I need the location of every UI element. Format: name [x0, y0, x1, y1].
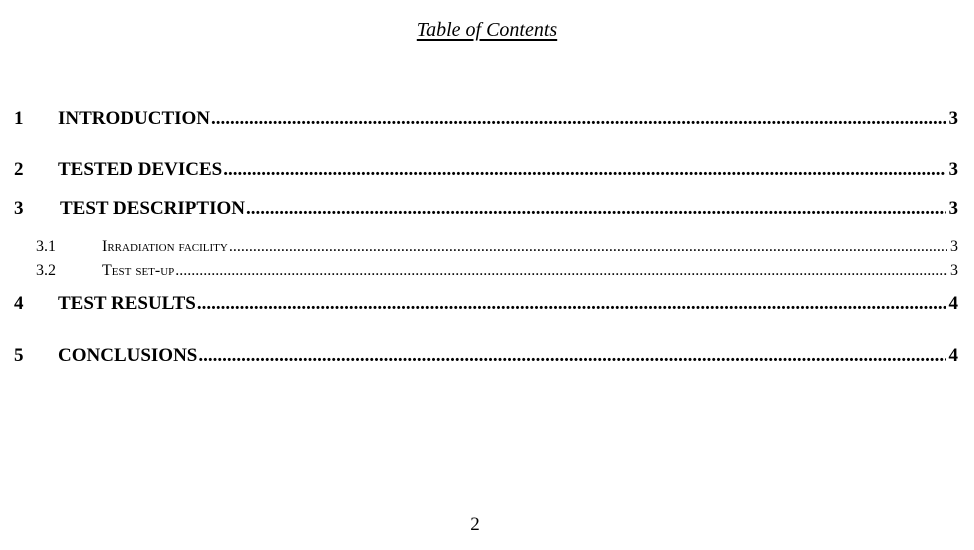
toc-entry-label: CONCLUSIONS: [58, 345, 198, 366]
toc-entry-label: TEST DESCRIPTION: [60, 198, 245, 219]
toc-entry-label: TEST RESULTS: [58, 293, 196, 314]
toc-entry-label: TESTED DEVICES: [58, 159, 223, 180]
toc-entry-page: 3: [948, 108, 959, 129]
toc-entry-page: 3: [950, 238, 958, 255]
toc-dot-leader: [229, 238, 947, 256]
toc-entry-number: 5: [14, 345, 24, 366]
toc-entry-number: 3.1: [36, 238, 56, 255]
toc-dot-leader: [211, 108, 945, 130]
toc-entry-test-description[interactable]: 3 TEST DESCRIPTION 3: [14, 198, 958, 220]
toc-dot-leader: [198, 345, 945, 367]
toc-entry-page: 4: [948, 345, 959, 366]
toc-dot-leader: [175, 262, 947, 280]
toc-title: Table of Contents: [416, 19, 558, 41]
toc-dot-leader: [197, 293, 946, 315]
toc-entry-tested-devices[interactable]: 2 TESTED DEVICES 3: [14, 159, 958, 181]
page-number: 2: [470, 514, 480, 535]
toc-entry-number: 1: [14, 108, 24, 129]
toc-entry-number: 4: [14, 293, 24, 314]
toc-entry-page: 4: [948, 293, 959, 314]
toc-entry-number: 2: [14, 159, 24, 180]
toc-entry-test-set-up[interactable]: 3.2 Test set-up 3: [36, 262, 958, 280]
toc-entry-label: Irradiation facility: [102, 238, 228, 255]
toc-entry-page: 3: [948, 159, 959, 180]
toc-entry-page: 3: [950, 262, 958, 279]
toc-entry-test-results[interactable]: 4 TEST RESULTS 4: [14, 293, 958, 315]
toc-dot-leader: [223, 159, 945, 181]
toc-entry-label: INTRODUCTION: [58, 108, 211, 129]
toc-entry-page: 3: [948, 198, 959, 219]
toc-entry-number: 3: [14, 198, 24, 219]
toc-dot-leader: [246, 198, 946, 220]
toc-entry-conclusions[interactable]: 5 CONCLUSIONS 4: [14, 345, 958, 367]
toc-entry-introduction[interactable]: 1 INTRODUCTION 3: [14, 108, 958, 130]
toc-entry-label: Test set-up: [102, 262, 175, 279]
toc-entry-irradiation-facility[interactable]: 3.1 Irradiation facility 3: [36, 238, 958, 256]
toc-entry-number: 3.2: [36, 262, 56, 279]
